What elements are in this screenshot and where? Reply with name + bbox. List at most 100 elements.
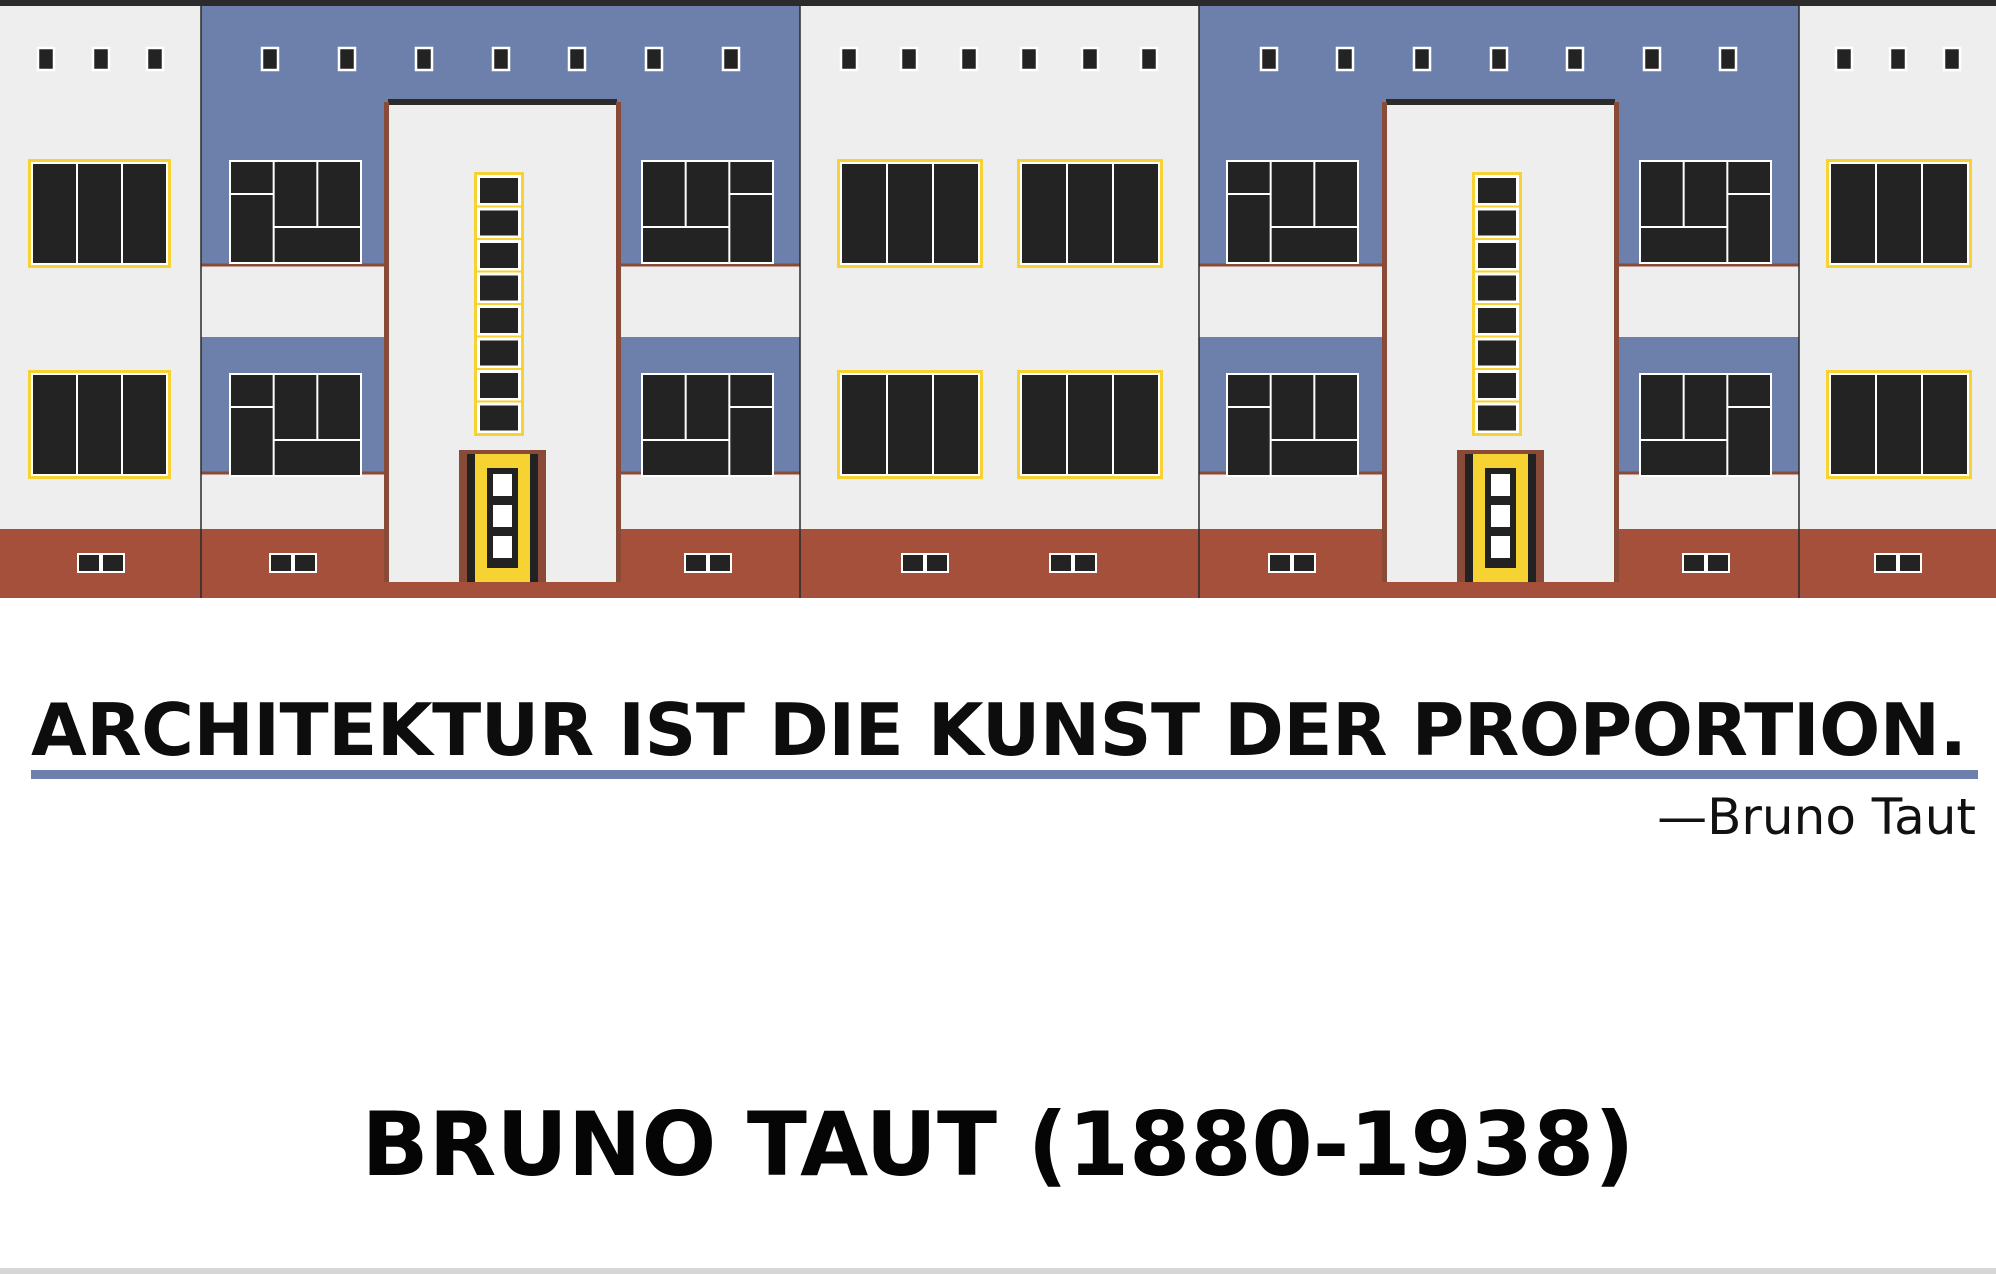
quote-attribution: —Bruno Taut <box>1657 788 1976 846</box>
attic-window <box>1080 46 1100 72</box>
attic-window <box>1335 46 1355 72</box>
window-pane <box>1641 441 1727 475</box>
window-pane <box>1114 375 1158 474</box>
window-pane <box>1684 375 1727 439</box>
window-pane <box>1271 375 1314 439</box>
window-pane <box>1923 375 1967 474</box>
attic-window <box>721 46 741 72</box>
window-pane <box>231 195 273 262</box>
window-pane <box>643 375 685 439</box>
basement-window-pane <box>295 555 315 571</box>
stair-window-pane <box>1478 243 1516 268</box>
window-pane <box>934 375 978 474</box>
window-pane <box>123 375 166 474</box>
basement-window-pane <box>710 555 730 571</box>
bottom-divider <box>0 1268 1996 1274</box>
basement-window-pane <box>79 555 99 571</box>
entrance-door-light <box>1491 474 1510 496</box>
attic-window <box>414 46 434 72</box>
attic-window <box>91 46 111 72</box>
window-pane <box>1684 162 1727 226</box>
stair-window-pane <box>480 275 518 301</box>
basement-window-pane <box>1294 555 1314 571</box>
tower-cap <box>1386 99 1615 105</box>
window-pane <box>1877 164 1921 263</box>
window-pane <box>1068 375 1112 474</box>
window-pane <box>78 164 121 263</box>
window-pane <box>1271 228 1357 262</box>
window-pane <box>643 441 729 475</box>
attic-window <box>1834 46 1854 72</box>
entrance-door-light <box>1491 505 1510 527</box>
stair-window-pane <box>480 308 518 333</box>
stair-window-pane <box>1478 178 1516 203</box>
window-pane <box>1641 162 1683 226</box>
window-pane <box>318 375 360 439</box>
attic-window <box>839 46 859 72</box>
attic-window <box>899 46 919 72</box>
window-pane <box>231 162 273 193</box>
quote-underline <box>31 770 1978 779</box>
window-pane <box>1228 195 1270 262</box>
window-pane <box>888 164 932 263</box>
stair-window-pane <box>1478 210 1516 236</box>
entrance-door-light <box>1491 536 1510 558</box>
entrance-door-light <box>493 505 512 527</box>
window-pane <box>1641 228 1727 262</box>
window-pane <box>1228 408 1270 475</box>
basement-window-pane <box>1684 555 1704 571</box>
window-pane <box>1271 162 1314 226</box>
window-pane <box>1068 164 1112 263</box>
stair-window-pane <box>480 210 518 236</box>
stair-window-pane <box>480 405 518 431</box>
attic-window <box>567 46 587 72</box>
entrance-door-light <box>493 474 512 496</box>
basement-window-pane <box>1270 555 1290 571</box>
window-pane <box>842 375 886 474</box>
tower-edge <box>616 102 621 582</box>
tower-edge <box>1382 102 1387 582</box>
attic-window <box>1942 46 1962 72</box>
window-pane <box>1728 375 1770 406</box>
window-pane <box>33 164 76 263</box>
window-pane <box>888 375 932 474</box>
attic-window <box>644 46 664 72</box>
roof-edge <box>0 0 1996 6</box>
window-pane <box>686 375 729 439</box>
window-pane <box>1271 441 1357 475</box>
quote-text: ARCHITEKTUR IST DIE KUNST DER PROPORTION… <box>31 688 1967 772</box>
window-pane <box>1022 375 1066 474</box>
window-pane <box>934 164 978 263</box>
window-pane <box>78 375 121 474</box>
poster: ARCHITEKTUR IST DIE KUNST DER PROPORTION… <box>0 0 1996 1274</box>
window-pane <box>1022 164 1066 263</box>
window-pane <box>33 375 76 474</box>
basement-window-pane <box>1876 555 1896 571</box>
attic-window <box>36 46 56 72</box>
window-pane <box>318 162 360 226</box>
entrance-door-light <box>493 536 512 558</box>
stair-window-pane <box>1478 373 1516 398</box>
basement-window-pane <box>927 555 947 571</box>
attic-window <box>1139 46 1159 72</box>
window-pane <box>1641 375 1683 439</box>
stair-window-pane <box>480 340 518 366</box>
attic-window <box>1718 46 1738 72</box>
basement-window-pane <box>686 555 706 571</box>
page-title: BRUNO TAUT (1880-1938) <box>361 1093 1635 1196</box>
attic-window <box>260 46 280 72</box>
attic-window <box>959 46 979 72</box>
window-pane <box>1315 162 1357 226</box>
window-pane <box>274 441 360 475</box>
window-pane <box>643 162 685 226</box>
window-pane <box>1228 375 1270 406</box>
attic-window <box>1565 46 1585 72</box>
window-pane <box>842 164 886 263</box>
window-pane <box>730 408 772 475</box>
basement-window-pane <box>271 555 291 571</box>
window-pane <box>1831 375 1875 474</box>
stair-window-pane <box>480 373 518 398</box>
window-pane <box>730 375 772 406</box>
window-pane <box>274 162 317 226</box>
window-pane <box>1877 375 1921 474</box>
